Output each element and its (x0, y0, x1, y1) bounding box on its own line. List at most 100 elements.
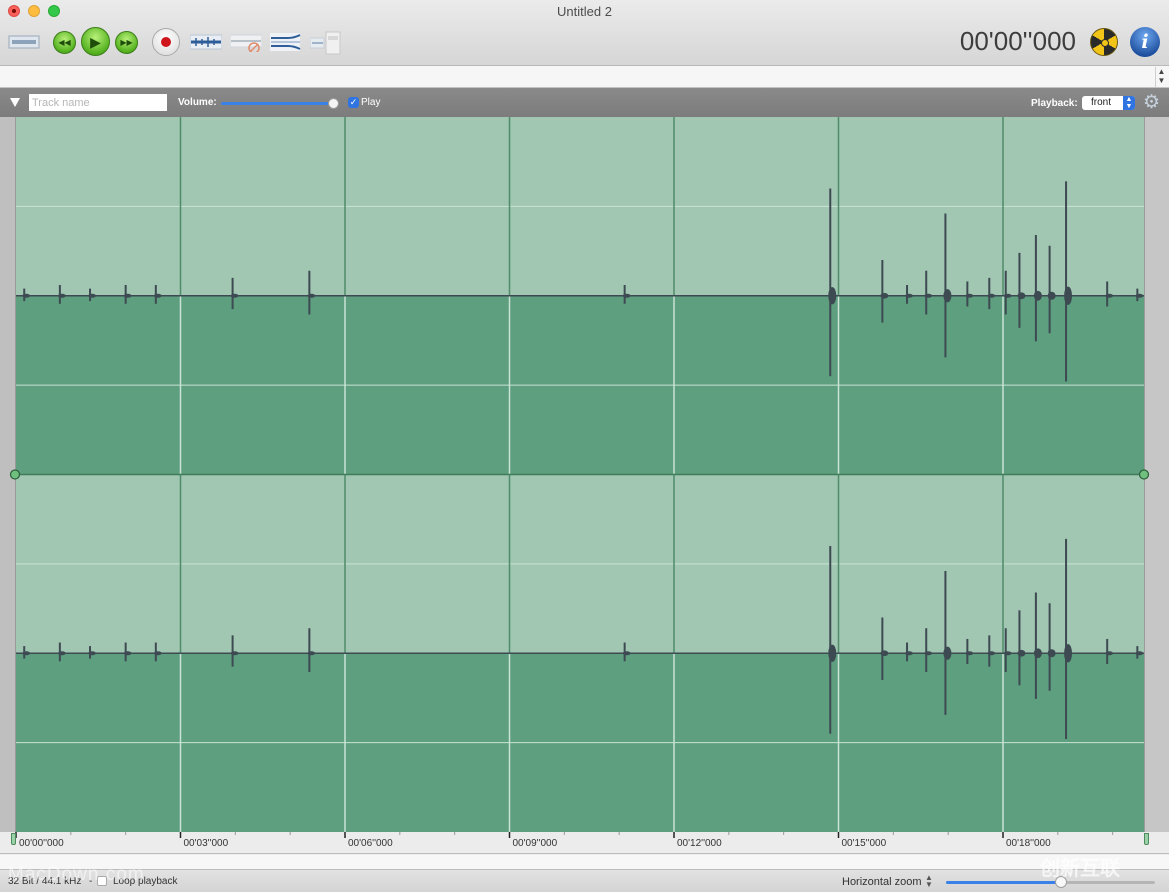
ruler-tick-label: 00'18''000 (1006, 838, 1051, 849)
horizontal-zoom-stepper[interactable]: ▲ ▼ (925, 874, 933, 889)
time-readout: 00'00''000 (959, 26, 1076, 56)
start-marker[interactable] (11, 833, 16, 845)
fast-forward-button[interactable]: ▶▶ (115, 31, 138, 54)
horizontal-zoom-track[interactable] (1061, 881, 1155, 884)
waveform-blob (123, 651, 132, 656)
horizontal-zoom-track-filled[interactable] (946, 881, 1061, 884)
track-name-input[interactable] (29, 94, 167, 111)
waveform-blob (924, 651, 933, 656)
waveform-view[interactable] (16, 117, 1144, 832)
waveform-blob (57, 651, 66, 656)
playback-value: front (1091, 97, 1112, 108)
end-marker[interactable] (1144, 833, 1149, 845)
playback-select[interactable]: front ▲ ▼ (1082, 96, 1135, 110)
waveform-blob (1033, 648, 1042, 659)
waveform-blob (1064, 644, 1073, 663)
waveform-blob (123, 293, 132, 298)
waveform-blob (965, 651, 974, 656)
waveform-icon (190, 34, 222, 50)
waveform-prohibited-icon (230, 34, 262, 52)
waveform-blob (1135, 293, 1144, 298)
waveform-blob (622, 651, 631, 656)
waveform-button[interactable] (190, 32, 222, 52)
waveform-blob (828, 644, 837, 662)
record-button[interactable] (152, 28, 180, 56)
burn-button[interactable] (1090, 28, 1118, 56)
rewind-button[interactable]: ◀◀ (53, 31, 76, 54)
waveform-blob (622, 293, 631, 298)
waveform-blob (987, 651, 996, 656)
waveform-strip-icon (8, 35, 40, 49)
gear-icon[interactable]: ⚙ (1143, 93, 1160, 112)
waveform-blob (57, 293, 66, 298)
waveform-blob (307, 293, 316, 298)
waveform-blob (965, 293, 974, 298)
waveform-blob (1033, 290, 1042, 301)
checkmark-icon: ✓ (349, 97, 358, 107)
waveform-blob (987, 293, 996, 298)
waveform-blob (1105, 651, 1114, 656)
volume-slider-knob[interactable] (328, 98, 339, 109)
play-button[interactable]: ▶ (81, 27, 110, 56)
waveform-blob (1135, 651, 1144, 656)
left-gutter (0, 117, 16, 832)
ruler-tick-label: 00'06''000 (348, 838, 393, 849)
playback-label: Playback: (1031, 98, 1078, 109)
waveform-blob (924, 293, 933, 298)
waveform-blob (905, 651, 914, 656)
waveform-blob (1064, 286, 1073, 305)
ruler-tick-label: 00'12''000 (677, 838, 722, 849)
title-toolbar: Untitled 2 ◀◀ ▶ ▶▶ 00'00''000 i (0, 0, 1169, 66)
time-ruler[interactable]: 00'00''000 00'03''000 00'06''000 00'09''000… (0, 832, 1169, 854)
status-bar: 32 Bit / 44.1 kHz - Loop playback Horizo… (0, 869, 1169, 892)
mixer-button[interactable] (310, 30, 342, 56)
waveform-blob (88, 651, 97, 656)
waveform-blob (153, 651, 162, 656)
ruler-tick-label: 00'03''000 (183, 838, 229, 849)
waveform-blob (943, 289, 952, 303)
play-checkbox[interactable]: ✓ (348, 97, 359, 108)
waveform-blob (943, 646, 952, 660)
waveform-blob (22, 651, 31, 656)
play-icon: ▶ (90, 33, 101, 50)
disclosure-triangle-icon[interactable] (10, 98, 20, 107)
waveform-blob (307, 651, 316, 656)
waveform-blob (1047, 291, 1056, 300)
waveform-blob (905, 293, 914, 298)
play-label: Play (361, 97, 381, 108)
waveform-blob (88, 293, 97, 298)
right-gutter (1144, 117, 1169, 832)
volume-label: Volume: (178, 97, 217, 108)
info-icon: i (1141, 31, 1149, 53)
waveform-blob (230, 293, 239, 298)
waveform-blob (1003, 293, 1012, 298)
waveform-blob (1003, 651, 1012, 656)
waveform-blob (880, 650, 889, 657)
volume-slider-track[interactable] (221, 102, 333, 105)
overview-stepper[interactable]: ▲ ▼ (1155, 67, 1167, 87)
app-window: Untitled 2 ◀◀ ▶ ▶▶ 00'00''000 i ▲ ▼ Trac… (0, 0, 1169, 892)
watermark-right: 创新互联 (1040, 858, 1120, 880)
waveform-blob (880, 292, 889, 299)
info-button[interactable]: i (1130, 27, 1160, 57)
horizontal-scroller[interactable] (0, 855, 1169, 869)
fast-forward-icon: ▶▶ (120, 37, 133, 47)
ruler-tick-label: 00'09''000 (512, 838, 558, 849)
waveform-blob (1017, 649, 1026, 657)
track-header: Volume: ✓ Play Playback: front ▲▼ ⚙ (0, 88, 1169, 117)
waveform-blob (828, 287, 837, 305)
delete-selection-button[interactable] (230, 32, 262, 52)
ruler-tick-label: 00'15''000 (841, 838, 887, 849)
horizontal-zoom-label: Horizontal zoom (842, 876, 922, 888)
mixer-icon (310, 31, 341, 55)
window-title: Untitled 2 (557, 4, 612, 19)
waveform-blob (1047, 649, 1056, 658)
rewind-icon: ◀◀ (58, 37, 71, 47)
sidebar-toggle-button[interactable] (8, 33, 40, 51)
watermark-left: MacDown.com (8, 864, 145, 885)
split-channels-icon (270, 33, 301, 51)
ruler-tick-label: 00'00''000 (19, 838, 64, 849)
split-channels-button[interactable] (270, 32, 302, 52)
waveform-blob (153, 293, 162, 298)
ruler-ticks (15, 832, 1114, 838)
